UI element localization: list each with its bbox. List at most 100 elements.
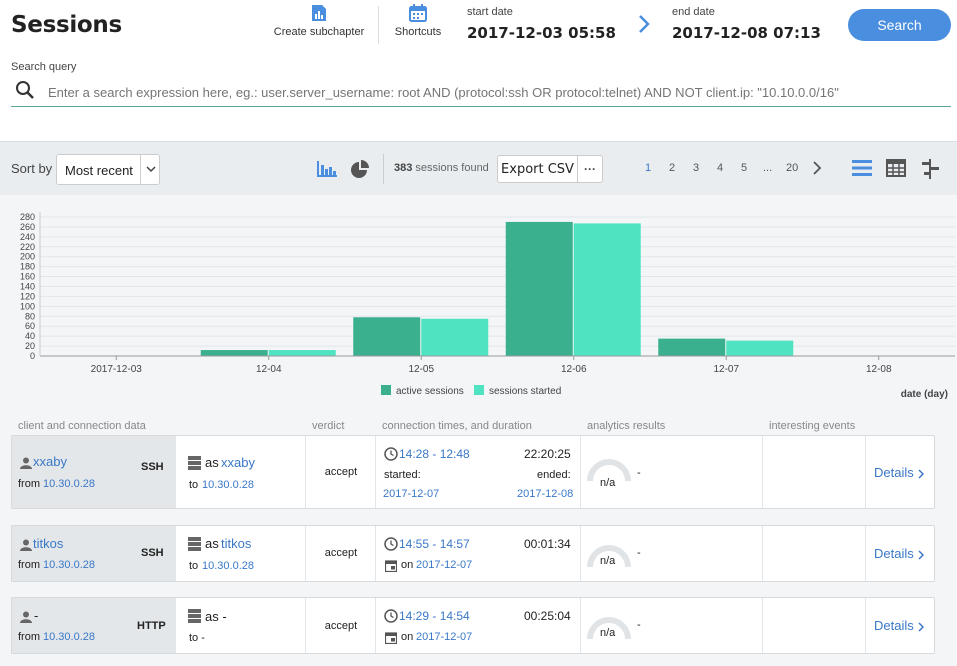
page-link-3[interactable]: 3 [693,162,699,174]
user-icon [20,539,32,551]
bar-active-sessions [353,317,421,356]
protocol-label: SSH [141,547,164,559]
analytics-cell: n/a - [581,436,763,508]
bar-active-sessions [658,338,726,356]
table-row[interactable]: - HTTP from 10.30.0.28 as - to - accept … [11,597,935,654]
server-username[interactable]: xxaby [221,455,255,470]
chart-y-ticks: 020406080100120140160180200220240260280 [20,212,35,361]
col-header-events: interesting events [769,420,856,432]
col-header-times: connection times, and duration [382,420,532,432]
end-date-value[interactable]: 2017-12-08 07:13 [672,24,821,42]
export-more-button[interactable]: ··· [577,155,603,183]
server-icon [188,456,201,470]
client-ip[interactable]: 10.30.0.28 [43,631,95,643]
header: Sessions Create subchapter Shortcuts sta… [0,0,957,140]
x-axis-label: date (day) [901,389,948,400]
sort-by-label: Sort by [11,161,53,176]
list-view-icon[interactable] [852,159,872,177]
client-cell: titkos SSH from 10.30.0.28 [12,526,176,581]
client-username[interactable]: xxaby [33,454,67,469]
table-view-icon[interactable] [886,159,906,177]
legend-label-started: sessions started [489,386,561,397]
chevron-right-icon [639,15,650,33]
started-date[interactable]: 2017-12-07 [383,488,439,500]
col-header-client: client and connection data [18,420,146,432]
bar-chart-icon[interactable] [317,159,337,177]
analytics-cell: n/a - [581,598,763,653]
export-csv-button[interactable]: Export CSV [497,155,578,183]
server-as-label: as [205,455,219,470]
verdict-cell: accept [306,526,376,581]
protocol-label: SSH [141,461,164,473]
client-ip[interactable]: 10.30.0.28 [43,559,95,571]
y-tick-label: 280 [20,212,35,222]
verdict-value: accept [324,547,358,559]
legend-swatch-active [381,385,391,395]
y-tick-label: 140 [20,281,35,291]
details-link[interactable]: Details [874,465,914,480]
server-to-label: to [189,560,199,572]
sort-select[interactable]: Most recent [56,154,160,185]
time-range[interactable]: 14:28 - 12:48 [399,447,470,461]
details-link[interactable]: Details [874,618,914,633]
time-range[interactable]: 14:29 - 14:54 [399,609,470,623]
x-tick-label: 12-07 [713,364,739,375]
header-divider [378,6,379,44]
page-link-4[interactable]: 4 [717,162,723,174]
server-icon [188,537,201,551]
create-subchapter-button[interactable]: Create subchapter [272,4,366,38]
table-row[interactable]: titkos SSH from 10.30.0.28 as titkos to … [11,525,935,582]
server-cell: as titkos to 10.30.0.28 [176,526,306,581]
col-header-analytics: analytics results [587,420,666,432]
duration: 22:20:25 [524,447,571,461]
server-username[interactable]: titkos [221,536,251,551]
bar-sessions-started [268,350,336,356]
analytics-cell: n/a - [581,526,763,581]
end-date-label: end date [672,6,715,18]
x-tick-label: 12-08 [866,364,892,375]
ended-date[interactable]: 2017-12-08 [517,488,573,500]
time-range[interactable]: 14:55 - 14:57 [399,537,470,551]
y-tick-label: 220 [20,242,35,252]
legend-swatch-started [474,385,484,395]
server-ip[interactable]: 10.30.0.28 [202,479,254,491]
pie-chart-icon[interactable] [350,160,370,180]
on-label: on [401,559,414,571]
client-ip[interactable]: 10.30.0.28 [43,478,95,490]
calendar-icon [385,632,397,644]
details-cell: Details [866,436,936,508]
sessions-count-value: 383 [394,162,413,174]
y-tick-label: 260 [20,222,35,232]
duration: 00:01:34 [524,537,571,551]
report-icon [312,5,326,21]
times-cell: 14:29 - 14:54 00:25:04 on 2017-12-07 [376,598,581,653]
analytics-value: - [637,467,641,479]
gauge-value: n/a [600,477,616,489]
search-query-input[interactable] [48,80,951,104]
bar-active-sessions [505,221,573,356]
end-date-picker[interactable]: end date 2017-12-08 07:13 [672,6,821,43]
x-tick-label: 12-04 [256,364,282,375]
start-date-picker[interactable]: start date 2017-12-03 05:58 [467,6,616,43]
search-query-label: Search query [11,61,77,73]
on-date[interactable]: 2017-12-07 [416,559,472,571]
on-date[interactable]: 2017-12-07 [416,631,472,643]
page-link-2[interactable]: 2 [669,162,675,174]
timeline-view-icon[interactable] [920,159,940,179]
details-link[interactable]: Details [874,546,914,561]
shortcuts-button[interactable]: Shortcuts [390,4,446,38]
clock-icon [384,537,398,551]
toolbar-divider [383,154,384,184]
sessions-count-suffix: sessions found [415,162,489,174]
page-link-5[interactable]: 5 [741,162,747,174]
verdict-cell: accept [306,436,376,508]
client-username[interactable]: titkos [33,536,63,551]
page-link-20[interactable]: 20 [786,162,798,174]
start-date-value[interactable]: 2017-12-03 05:58 [467,24,616,42]
sort-select-value: Most recent [65,163,133,178]
page-link-1[interactable]: 1 [645,162,651,174]
search-button[interactable]: Search [848,9,951,41]
server-ip[interactable]: 10.30.0.28 [202,560,254,572]
table-row[interactable]: xxaby SSH from 10.30.0.28 as xxaby to 10… [11,435,935,509]
next-page-icon[interactable] [812,161,822,175]
